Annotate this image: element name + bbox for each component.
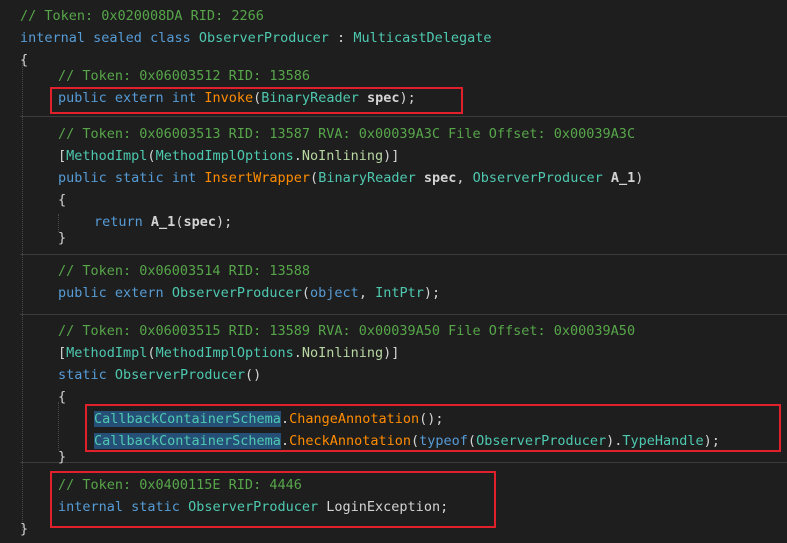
code-token: )] xyxy=(383,345,400,361)
code-token: ObserverProducer xyxy=(198,30,329,46)
code-token: // Token: 0x06003513 RID: 13587 RVA: 0x0… xyxy=(58,126,636,142)
annotation-box-field xyxy=(50,471,496,528)
code-token: MethodImpl xyxy=(66,345,148,361)
code-token: { xyxy=(58,389,67,405)
code-token: static xyxy=(58,367,107,383)
code-token: spec xyxy=(423,170,457,186)
code-token: MethodImplOptions xyxy=(155,345,294,361)
code-token: A_1 xyxy=(150,214,176,230)
code-token: spec xyxy=(183,214,216,230)
annotation-box-invoke xyxy=(50,87,463,114)
code-token: } xyxy=(20,521,29,537)
code-token: ); xyxy=(215,214,233,230)
indent-guide xyxy=(58,402,59,450)
code-token: . xyxy=(293,148,302,164)
code-token: ); xyxy=(423,285,441,301)
code-token: ObserverProducer xyxy=(114,367,245,383)
code-line: } xyxy=(58,446,66,468)
code-token: ( xyxy=(310,170,319,186)
code-token: ObserverProducer xyxy=(171,285,302,301)
code-line: // Token: 0x06003513 RID: 13587 RVA: 0x0… xyxy=(58,123,635,145)
code-token: { xyxy=(20,52,29,68)
code-line: { xyxy=(20,49,28,71)
code-token: int xyxy=(171,170,197,186)
code-line: } xyxy=(20,518,28,540)
code-token: ( xyxy=(301,285,311,301)
code-token: , xyxy=(456,170,473,186)
code-token: MulticastDelegate xyxy=(353,30,492,46)
code-token: MethodImpl xyxy=(66,148,148,164)
code-token: NoInlining xyxy=(301,148,384,164)
code-token: static xyxy=(114,170,164,186)
code-line: { xyxy=(58,189,66,211)
code-editor[interactable]: // Token: 0x020008DA RID: 2266 internal s… xyxy=(0,0,787,543)
code-token: : xyxy=(328,30,354,46)
code-line: [MethodImpl(MethodImplOptions.NoInlining… xyxy=(58,342,399,364)
code-line: } xyxy=(58,227,66,249)
code-token: A_1 xyxy=(610,170,636,186)
annotation-box-static-constructor xyxy=(85,404,781,452)
code-token: sealed xyxy=(93,30,142,46)
code-line: [MethodImpl(MethodImplOptions.NoInlining… xyxy=(58,145,399,167)
indent-guide xyxy=(22,60,23,530)
code-line: // Token: 0x06003515 RID: 13589 RVA: 0x0… xyxy=(58,320,635,342)
code-token: . xyxy=(293,345,302,361)
code-token: , xyxy=(358,285,376,301)
code-token: object xyxy=(310,285,359,301)
code-line: // Token: 0x06003514 RID: 13588 xyxy=(58,260,310,282)
code-line: internal sealed class ObserverProducer :… xyxy=(20,27,491,49)
code-token: // Token: 0x06003514 RID: 13588 xyxy=(58,263,310,279)
code-token: // Token: 0x020008DA RID: 2266 xyxy=(20,8,264,24)
code-token: // Token: 0x06003512 RID: 13586 xyxy=(58,68,310,84)
code-token: public xyxy=(58,170,107,186)
code-token: BinaryReader xyxy=(318,170,416,186)
code-token: // Token: 0x06003515 RID: 13589 RVA: 0x0… xyxy=(58,323,636,339)
code-token: class xyxy=(150,30,191,46)
code-token: [ xyxy=(58,345,67,361)
block-separator xyxy=(20,116,787,117)
code-line: public extern ObserverProducer(object, I… xyxy=(58,282,440,304)
code-token: ) xyxy=(635,170,644,186)
code-token: InsertWrapper xyxy=(204,170,311,186)
code-token: )] xyxy=(383,148,400,164)
code-token: internal xyxy=(20,30,86,46)
code-line: static ObserverProducer() xyxy=(58,364,261,386)
code-token: extern xyxy=(114,285,164,301)
code-line: { xyxy=(58,386,66,408)
code-token: } xyxy=(58,230,67,246)
code-token: ( xyxy=(147,345,156,361)
code-token: () xyxy=(244,367,262,383)
code-line: // Token: 0x020008DA RID: 2266 xyxy=(20,5,264,27)
block-separator xyxy=(20,254,787,255)
code-line: public static int InsertWrapper(BinaryRe… xyxy=(58,167,643,189)
code-token: return xyxy=(94,214,143,230)
block-separator xyxy=(20,314,787,315)
code-line: // Token: 0x06003512 RID: 13586 xyxy=(58,65,310,87)
code-token: ( xyxy=(147,148,156,164)
code-token: [ xyxy=(58,148,67,164)
code-token: public xyxy=(58,285,107,301)
code-token: NoInlining xyxy=(301,345,384,361)
code-line: return A_1(spec); xyxy=(94,211,232,233)
code-token: MethodImplOptions xyxy=(155,148,294,164)
code-token: { xyxy=(58,192,67,208)
block-separator xyxy=(20,462,787,463)
code-token: IntPtr xyxy=(375,285,424,301)
code-token: } xyxy=(58,449,67,465)
code-token: ObserverProducer xyxy=(472,170,603,186)
